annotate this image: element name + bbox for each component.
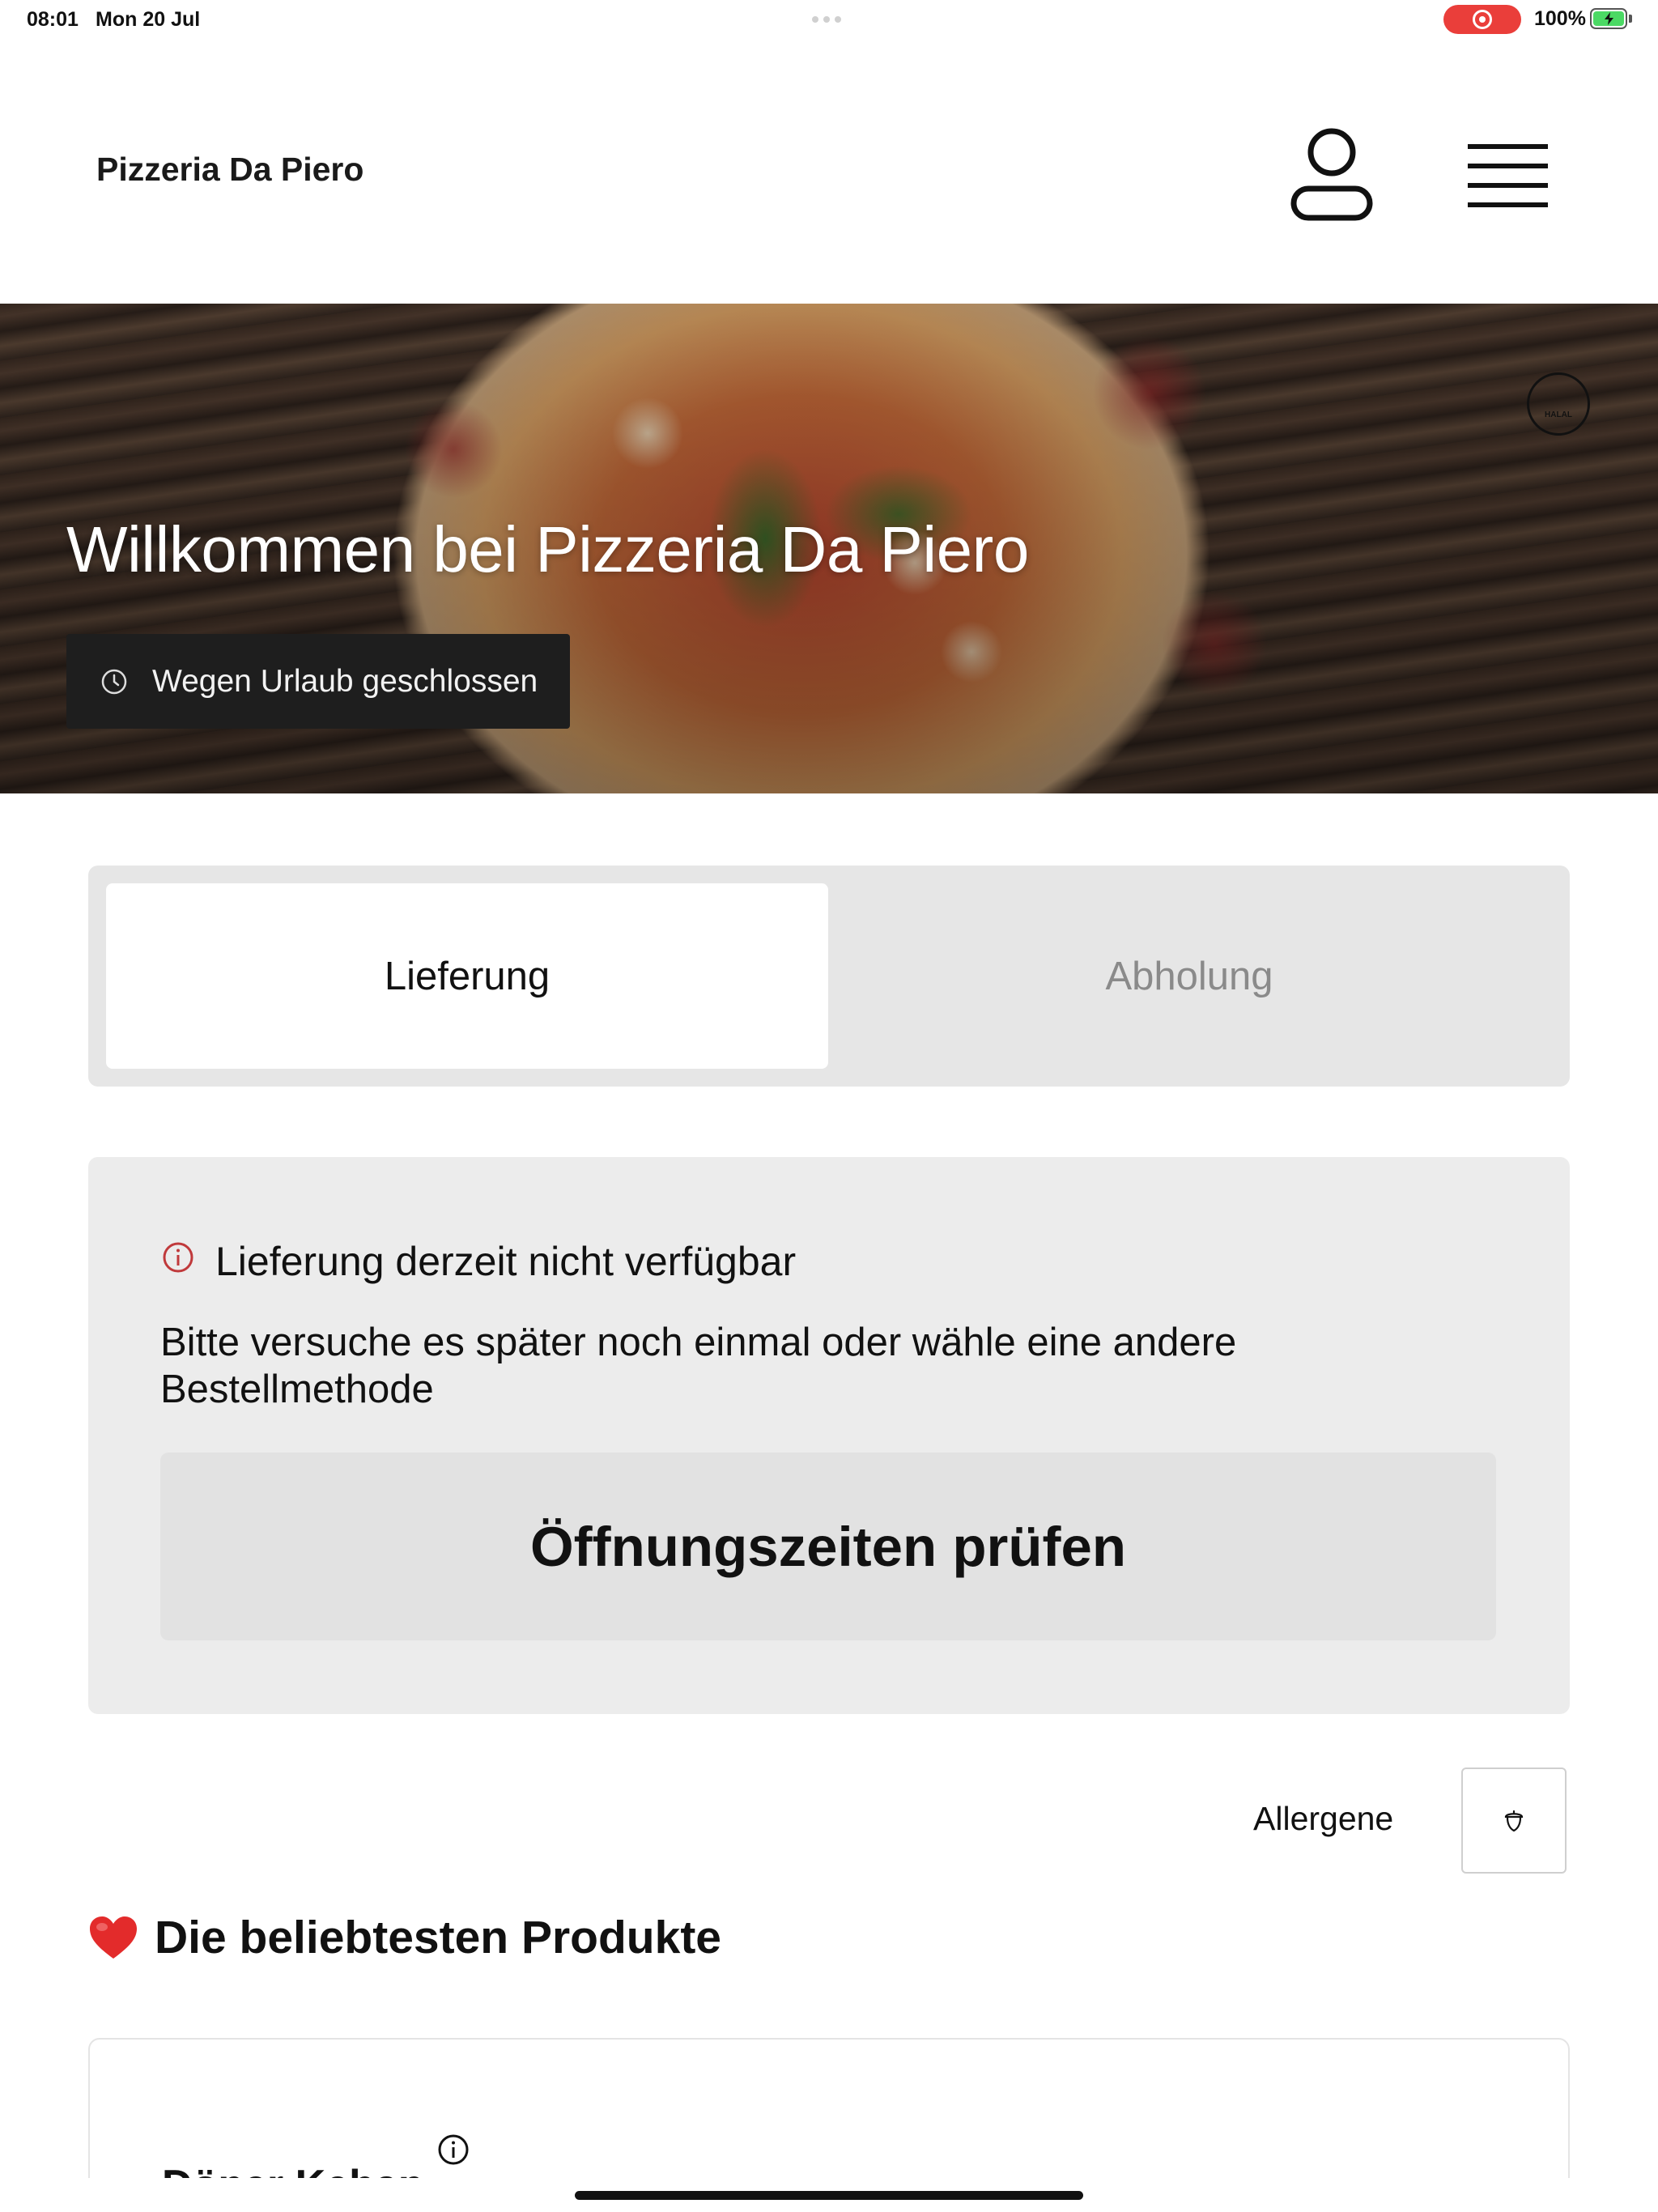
info-alert-icon xyxy=(163,1242,193,1273)
halal-badge-text: HALAL xyxy=(1545,410,1572,419)
order-method-toggle: Lieferung Abholung xyxy=(88,866,1570,1087)
hero-banner: HALAL Willkommen bei Pizzeria Da Piero W… xyxy=(0,304,1658,793)
status-bar: 08:01 Mon 20 Jul 100% xyxy=(0,0,1658,39)
allergens-filter-button[interactable] xyxy=(1461,1767,1567,1874)
screen-recording-icon[interactable] xyxy=(1443,5,1521,34)
user-icon xyxy=(1290,128,1373,221)
closed-status-text: Wegen Urlaub geschlossen xyxy=(152,663,538,699)
site-header: Pizzeria Da Piero xyxy=(0,39,1658,304)
delivery-unavailable-notice: Lieferung derzeit nicht verfügbar Bitte … xyxy=(88,1157,1570,1714)
notice-message: Bitte versuche es später noch einmal ode… xyxy=(160,1321,1237,1411)
hamburger-menu-icon xyxy=(1468,144,1548,207)
clock-icon xyxy=(101,669,127,694)
status-time: 08:01 xyxy=(27,8,79,31)
halal-badge-icon: HALAL xyxy=(1527,372,1590,436)
popular-products-heading: Die beliebtesten Produkte xyxy=(88,1911,721,1964)
battery-percent: 100% xyxy=(1534,7,1586,30)
menu-button[interactable] xyxy=(1461,136,1554,213)
check-opening-hours-button[interactable]: Öffnungszeiten prüfen xyxy=(160,1453,1496,1640)
closed-status-badge: Wegen Urlaub geschlossen xyxy=(66,634,570,729)
acorn-allergen-icon xyxy=(1504,1810,1524,1831)
product-info-icon[interactable] xyxy=(436,2133,470,2167)
popular-products-title: Die beliebtesten Produkte xyxy=(155,1912,722,1963)
multitasking-dots-icon[interactable] xyxy=(812,16,841,23)
tab-pickup[interactable]: Abholung xyxy=(828,883,1550,1069)
tab-delivery[interactable]: Lieferung xyxy=(106,883,828,1069)
heart-icon xyxy=(90,1916,137,1959)
status-date: Mon 20 Jul xyxy=(96,8,201,31)
user-account-button[interactable] xyxy=(1287,124,1376,225)
allergens-label: Allergene xyxy=(1253,1800,1394,1837)
brand-name[interactable]: Pizzeria Da Piero xyxy=(96,151,363,189)
notice-title: Lieferung derzeit nicht verfügbar xyxy=(215,1239,797,1284)
battery-tip xyxy=(1629,15,1632,23)
hero-title: Willkommen bei Pizzeria Da Piero xyxy=(66,513,1029,585)
home-indicator[interactable] xyxy=(575,2191,1083,2200)
battery-icon xyxy=(1590,8,1627,29)
